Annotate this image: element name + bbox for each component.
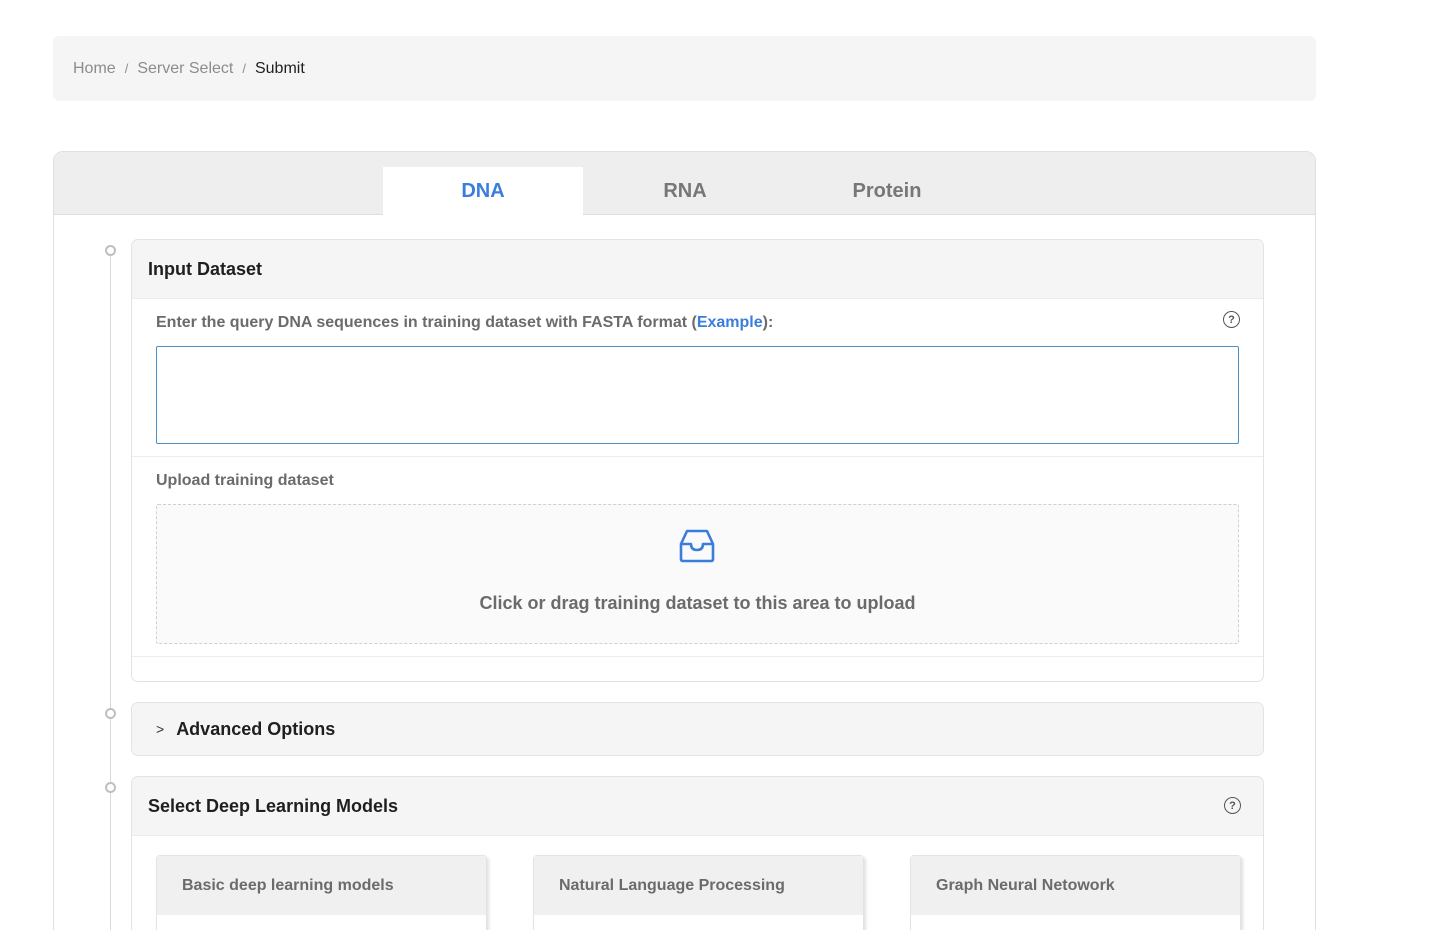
models-title-text: Select Deep Learning Models (148, 795, 399, 816)
advanced-options-card: > Advanced Options (131, 702, 1264, 756)
upload-training-label: Upload training dataset (156, 472, 334, 489)
query-sequences-label: Enter the query DNA sequences in trainin… (156, 314, 773, 332)
timeline-dot (105, 782, 116, 793)
sequence-type-tabs: DNA RNA Protein (54, 152, 1315, 215)
model-group-title: Natural Language Processing (534, 856, 863, 915)
timeline-dot (105, 245, 116, 256)
tab-rna[interactable]: RNA (585, 167, 785, 215)
query-sequences-input[interactable] (156, 346, 1239, 444)
breadcrumb-current: Submit (254, 59, 305, 77)
chevron-right-icon: > (156, 721, 165, 737)
model-group-gnn[interactable]: Graph Neural Netowork (910, 855, 1241, 930)
breadcrumb-separator: / (124, 61, 129, 76)
advanced-options-toggle[interactable]: > Advanced Options (132, 703, 1263, 755)
timeline-line (110, 256, 111, 930)
example-link[interactable]: Example (697, 314, 763, 331)
tab-dna[interactable]: DNA (383, 167, 583, 215)
models-help-icon[interactable]: ? (1224, 797, 1241, 814)
section-divider (132, 456, 1263, 457)
query-help-icon[interactable]: ? (1223, 311, 1240, 328)
training-upload-dropzone[interactable]: Click or drag training dataset to this a… (156, 504, 1239, 644)
breadcrumb-server-select[interactable]: Server Select (137, 60, 233, 78)
tab-protein[interactable]: Protein (787, 167, 987, 215)
submit-panel: DNA RNA Protein Input Dataset Enter the … (53, 151, 1316, 930)
breadcrumb-home[interactable]: Home (73, 60, 116, 78)
breadcrumb-separator: / (242, 61, 246, 76)
breadcrumb: Home / Server Select / Submit (53, 36, 1316, 101)
upload-hint: Click or drag training dataset to this a… (479, 593, 916, 613)
input-dataset-card: Input Dataset Enter the query DNA sequen… (131, 239, 1264, 682)
timeline-dot (105, 708, 116, 719)
model-group-title: Basic deep learning models (157, 856, 486, 915)
input-dataset-title: Input Dataset (132, 240, 1263, 299)
advanced-options-title: Advanced Options (176, 718, 336, 739)
inbox-icon (679, 529, 715, 563)
input-dataset-title-text: Input Dataset (148, 258, 263, 279)
model-group-basic[interactable]: Basic deep learning models (156, 855, 487, 930)
section-divider (132, 656, 1263, 657)
models-card: Select Deep Learning Models ? Basic deep… (131, 776, 1264, 930)
model-group-nlp[interactable]: Natural Language Processing (533, 855, 864, 930)
query-label-prefix: Enter the query DNA sequences in trainin… (156, 314, 697, 331)
model-group-title: Graph Neural Netowork (911, 856, 1240, 915)
models-title: Select Deep Learning Models ? (132, 777, 1263, 836)
query-label-suffix: ): (762, 314, 774, 331)
